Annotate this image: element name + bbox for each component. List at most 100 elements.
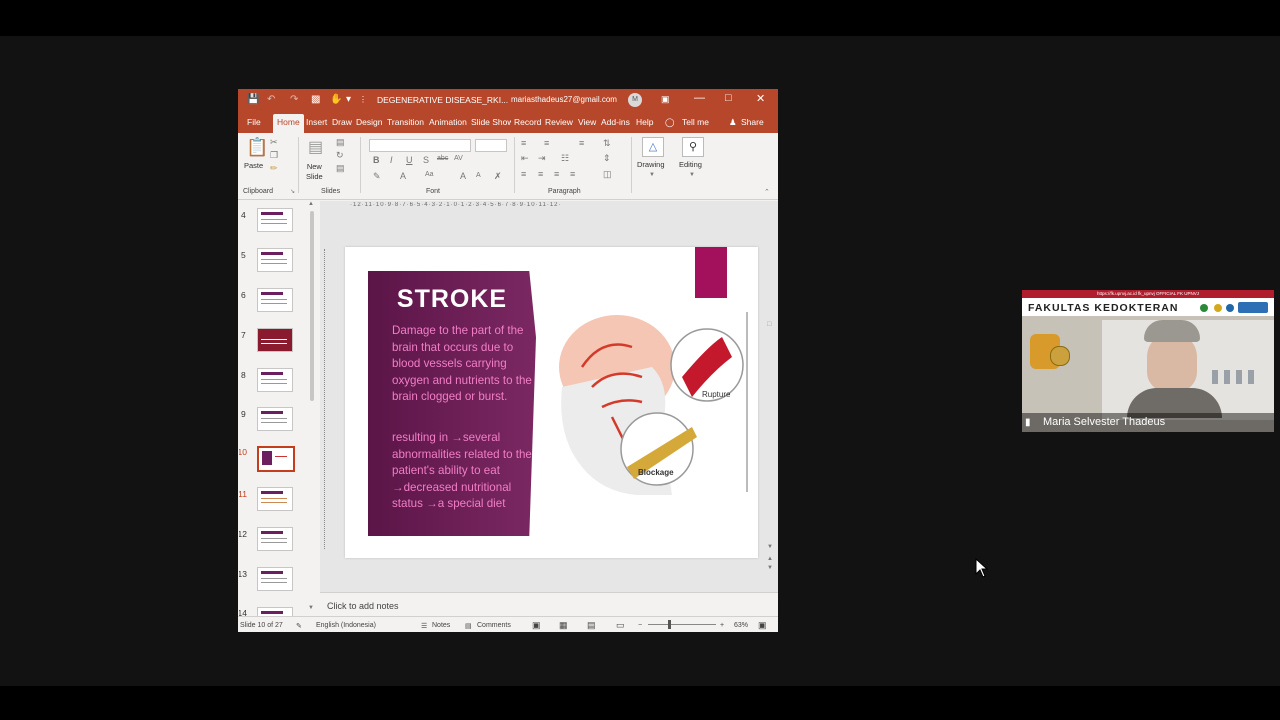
avatar[interactable]: M — [628, 93, 642, 107]
maximize-icon[interactable]: □ — [725, 92, 732, 104]
slide-thumbnail[interactable] — [257, 368, 293, 392]
share-button[interactable]: Share — [741, 117, 764, 127]
tab-help[interactable]: Help — [636, 117, 653, 127]
drawing-button[interactable]: Drawing — [637, 160, 665, 169]
drawing-icon[interactable]: △ — [642, 137, 664, 157]
thumbnails-scrollbar[interactable]: ▲ ▼ — [308, 201, 316, 616]
more-icon[interactable]: ⋮ — [359, 95, 367, 104]
reset-icon[interactable]: ↻ — [336, 150, 344, 161]
tab-draw[interactable]: Draw — [332, 117, 352, 127]
slideshow-icon[interactable]: ▩ — [311, 94, 320, 105]
reading-view-icon[interactable]: ▤ — [587, 620, 596, 631]
zoom-level[interactable]: 63% — [734, 622, 748, 629]
cut-icon[interactable]: ✂ — [270, 137, 278, 148]
tab-record[interactable]: Record — [514, 117, 541, 127]
zoom-slider-thumb[interactable] — [668, 620, 671, 629]
shadow-icon[interactable]: S — [423, 155, 429, 165]
undo-icon[interactable]: ↶ — [267, 94, 275, 105]
section-icon[interactable]: ▤ — [336, 163, 345, 174]
char-spacing-icon[interactable]: AV — [454, 155, 463, 162]
slide-sorter-icon[interactable]: ▦ — [559, 620, 568, 631]
canvas-scroll-thumb[interactable]: □ — [767, 321, 771, 328]
notes-button[interactable]: Notes — [432, 622, 450, 629]
slideshow-view-icon[interactable]: ▭ — [616, 620, 625, 631]
justify-icon[interactable]: ≡ — [570, 169, 575, 179]
text-effects-icon[interactable]: ✎ — [373, 171, 381, 182]
bullets-icon[interactable]: ≡ — [521, 138, 526, 148]
tab-view[interactable]: View — [578, 117, 596, 127]
new-slide-button[interactable]: New Slide — [306, 162, 323, 182]
minimize-icon[interactable]: — — [694, 92, 705, 104]
tab-insert[interactable]: Insert — [306, 117, 327, 127]
tell-me-search[interactable]: Tell me — [682, 117, 709, 127]
collapse-ribbon-icon[interactable]: ⌃ — [764, 188, 770, 196]
paste-button[interactable]: Paste — [244, 161, 263, 170]
tab-file[interactable]: File — [247, 117, 261, 127]
slide-thumbnail[interactable] — [257, 248, 293, 272]
slide-thumbnail[interactable] — [257, 328, 293, 352]
slide-thumbnail-selected[interactable] — [257, 446, 295, 472]
previous-slide-icon[interactable]: ▲ — [767, 556, 773, 562]
editing-button[interactable]: Editing — [679, 160, 702, 169]
slide-paragraph-1[interactable]: Damage to the part of the brain that occ… — [392, 323, 534, 406]
line-spacing-icon[interactable]: ≡ — [579, 138, 584, 148]
fit-slide-icon[interactable]: ▣ — [758, 620, 767, 631]
font-name-box[interactable] — [369, 139, 471, 152]
scroll-down-icon[interactable]: ▼ — [767, 544, 773, 550]
tab-transitions[interactable]: Transitions — [387, 117, 424, 127]
tab-slide-show[interactable]: Slide Show — [471, 117, 511, 127]
tab-home[interactable]: Home — [273, 114, 304, 133]
redo-icon[interactable]: ↷ — [290, 94, 298, 105]
align-text-icon[interactable]: ⇕ — [603, 153, 611, 164]
tab-design[interactable]: Design — [356, 117, 382, 127]
tab-review[interactable]: Review — [545, 117, 573, 127]
scroll-thumb[interactable] — [310, 211, 314, 401]
align-left-icon[interactable]: ≡ — [521, 169, 526, 179]
slide-thumbnail[interactable] — [257, 567, 293, 591]
numbering-icon[interactable]: ≡ — [544, 138, 549, 148]
text-direction-icon[interactable]: ⇅ — [603, 138, 611, 149]
grow-font-icon[interactable]: A — [460, 171, 466, 181]
zoom-slider[interactable] — [648, 624, 716, 625]
copy-icon[interactable]: ❐ — [270, 150, 278, 161]
layout-icon[interactable]: ▤ — [336, 137, 345, 148]
new-slide-icon[interactable]: ▤ — [308, 137, 323, 157]
strikethrough-icon[interactable]: abc — [437, 155, 448, 162]
scroll-down-icon[interactable]: ▼ — [308, 605, 314, 611]
zoom-in-icon[interactable]: + — [720, 622, 724, 629]
account-email[interactable]: mariasthadeus27@gmail.com — [511, 95, 617, 104]
font-size-box[interactable] — [475, 139, 507, 152]
slide-thumbnail[interactable] — [257, 487, 293, 511]
normal-view-icon[interactable]: ▣ — [532, 620, 541, 631]
clear-format-icon[interactable]: ✗ — [494, 171, 502, 182]
decrease-indent-icon[interactable]: ⇤ — [521, 153, 529, 164]
scroll-up-icon[interactable]: ▲ — [308, 201, 314, 207]
change-case-icon[interactable]: Aa — [425, 171, 434, 178]
font-color-icon[interactable]: A — [400, 171, 406, 181]
touch-mode-icon[interactable]: ✋ — [330, 94, 342, 105]
language-indicator[interactable]: English (Indonesia) — [316, 622, 376, 629]
zoom-out-icon[interactable]: − — [638, 622, 642, 629]
tab-animation[interactable]: Animation — [429, 117, 467, 127]
dialog-launcher-icon[interactable]: ↘ — [290, 188, 295, 195]
align-right-icon[interactable]: ≡ — [554, 169, 559, 179]
slide-title[interactable]: STROKE — [368, 285, 536, 314]
next-slide-icon[interactable]: ▼ — [767, 565, 773, 571]
italic-icon[interactable]: I — [390, 155, 393, 165]
search-icon[interactable]: ⚲ — [682, 137, 704, 157]
underline-icon[interactable]: U — [406, 155, 413, 165]
increase-indent-icon[interactable]: ⇥ — [538, 153, 546, 164]
current-slide[interactable]: STROKE Damage to the part of the brain t… — [345, 247, 758, 558]
tab-add-ins[interactable]: Add-ins — [601, 117, 630, 127]
bold-icon[interactable]: B — [373, 155, 380, 165]
slide-thumbnail[interactable] — [257, 407, 293, 431]
slide-paragraph-2[interactable]: resulting in →several abnormalities rela… — [392, 430, 534, 513]
slide-thumbnail[interactable] — [257, 288, 293, 312]
save-icon[interactable]: 💾 — [247, 94, 259, 105]
customize-qat-icon[interactable]: ▾ — [346, 94, 351, 105]
notes-pane[interactable]: Click to add notes — [320, 592, 778, 617]
close-icon[interactable]: ✕ — [756, 92, 765, 105]
slide-thumbnail[interactable] — [257, 208, 293, 232]
columns-icon[interactable]: ☷ — [561, 153, 569, 164]
comments-button[interactable]: Comments — [477, 622, 511, 629]
